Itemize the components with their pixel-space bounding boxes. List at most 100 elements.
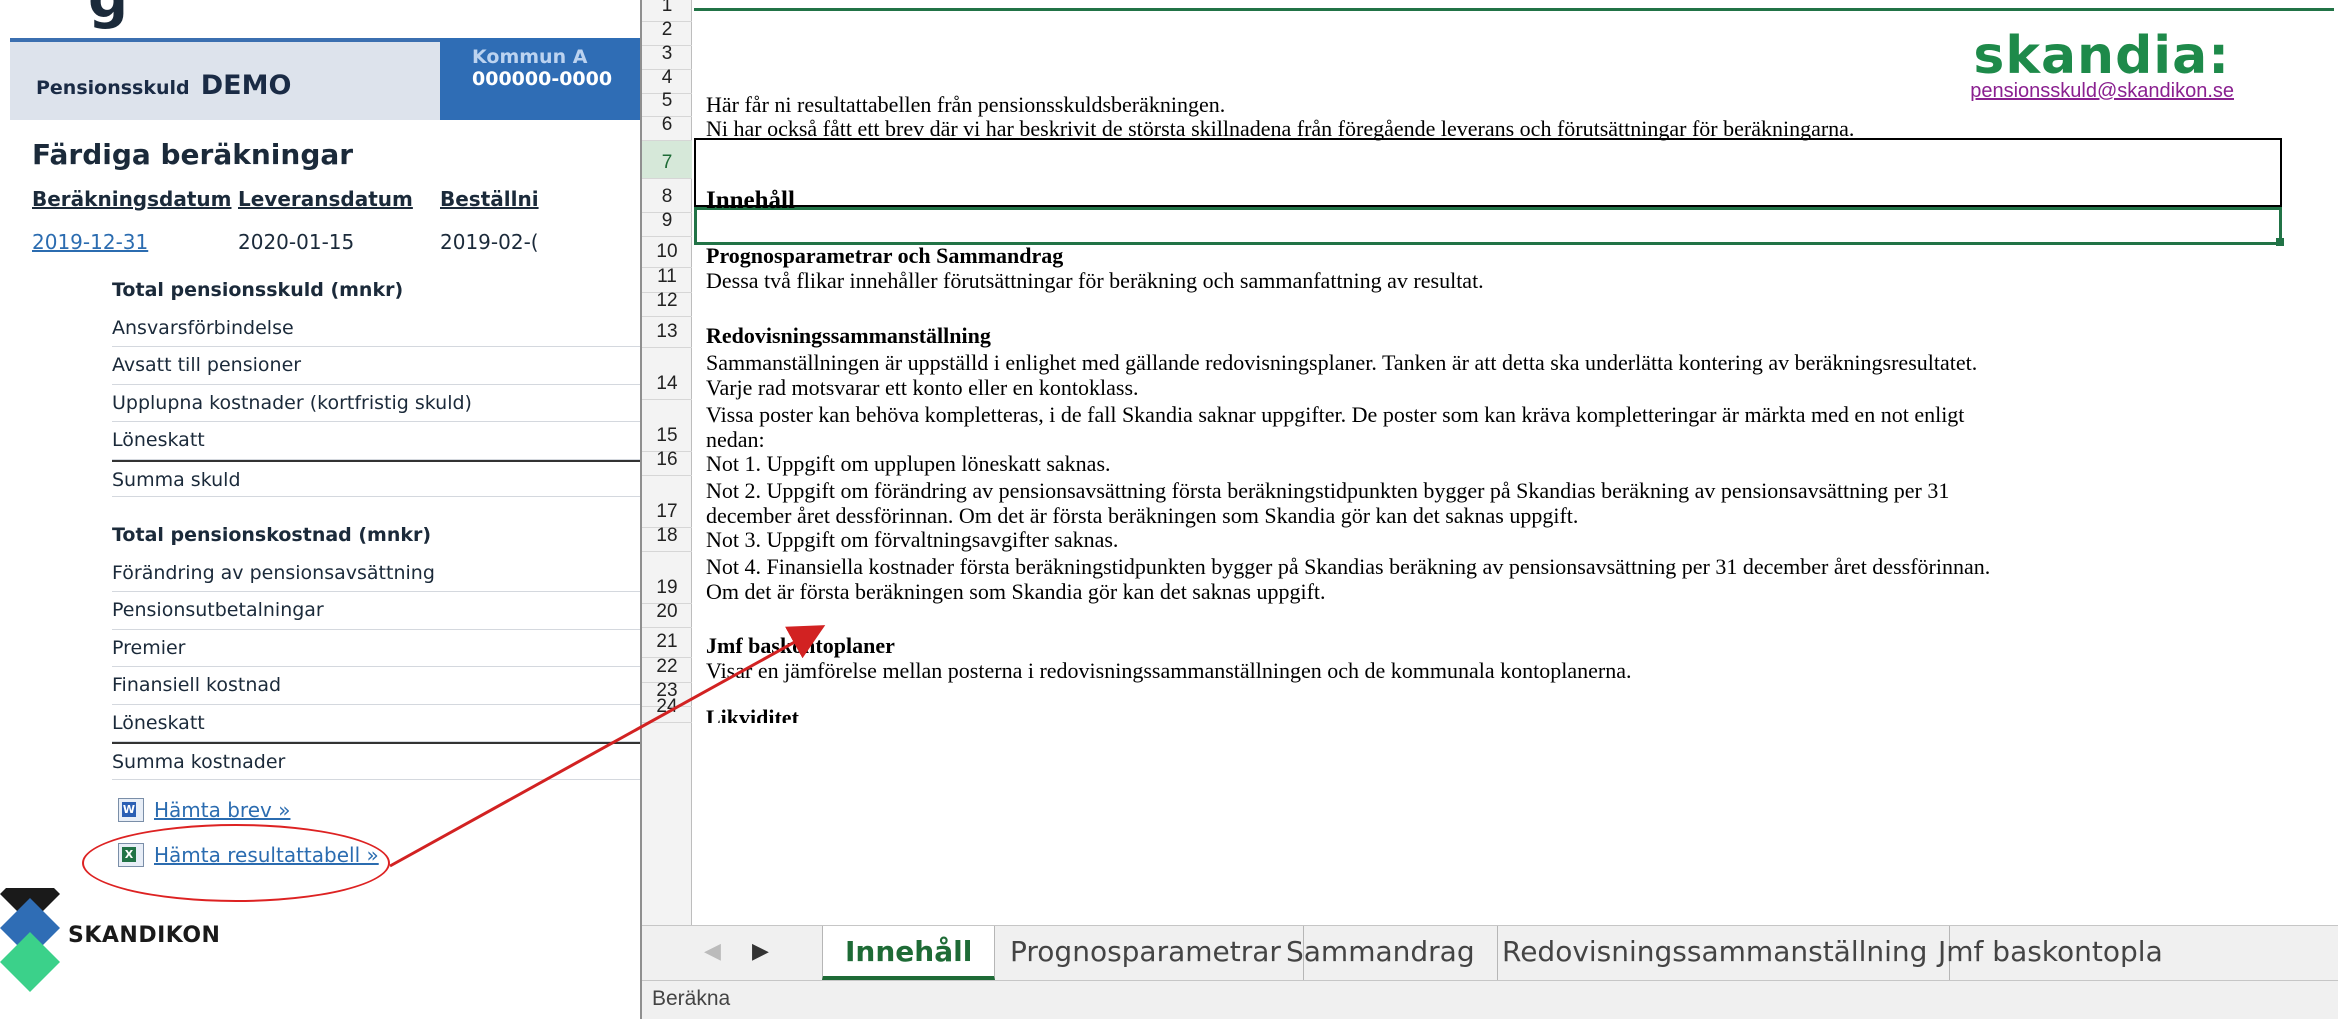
row-number: 14 [656, 373, 678, 394]
sheet-cells[interactable]: skandia: pensionsskuld@skandikon.se Här … [694, 0, 2338, 925]
cell-row-18[interactable]: Not 3. Uppgift om förvaltningsavgifter s… [706, 527, 1118, 552]
tab-prognosparametrar[interactable]: Prognosparametrar [988, 926, 1304, 980]
row-number: 5 [661, 90, 673, 111]
cell-row-13[interactable]: Redovisningssammanställning [706, 323, 991, 348]
row-number: 21 [656, 631, 678, 652]
pension-web-app: g Pensionsskuld DEMO Kommun A 000000-000… [0, 0, 640, 1019]
cell-row-21[interactable]: Jmf baskontoplaner [706, 633, 895, 658]
cell-row-22[interactable]: Visar en jämförelse mellan posterna i re… [706, 658, 1631, 683]
cell-row-16[interactable]: Not 1. Uppgift om upplupen löneskatt sak… [706, 451, 1111, 476]
cell-row-14[interactable]: Varje rad motsvarar ett konto eller en k… [706, 375, 1139, 400]
header-title-large: DEMO [200, 70, 292, 101]
intro-box [694, 138, 2282, 207]
row-header-13[interactable]: 13 [642, 317, 692, 348]
row-number: 8 [661, 186, 673, 207]
column-header-delivery-date[interactable]: Leveransdatum [238, 187, 413, 211]
row-header-18[interactable]: 18 [642, 525, 692, 552]
tab-innehall[interactable]: Innehåll [822, 926, 996, 980]
row-number: 17 [656, 501, 678, 522]
row-header-15[interactable]: 15 [642, 400, 692, 452]
row-number: 12 [656, 290, 678, 311]
cell-row-10[interactable]: Prognosparametrar och Sammandrag [706, 243, 1063, 268]
cost-item: Löneskatt [112, 705, 640, 742]
row-header-10[interactable]: 10 [642, 237, 692, 268]
row-header-8[interactable]: 8 [642, 179, 692, 213]
row-number: 4 [661, 67, 673, 88]
row-number: 7 [661, 152, 673, 173]
selected-cell[interactable] [694, 207, 2282, 245]
skandia-logo: skandia: [1973, 26, 2230, 86]
row-header-16[interactable]: 16 [642, 449, 692, 476]
row-headers: 1 2 3 4 5 6 7 8 9 10 11 12 13 14 15 16 17 18 19 20 21 22 23 24 [642, 0, 692, 925]
cell-row-17[interactable]: december året dessförinnan. Om det är fö… [706, 503, 1578, 528]
row-number: 15 [656, 425, 678, 446]
cell-row-6[interactable]: Ni har också fått ett brev där vi har be… [706, 116, 1854, 141]
row-header-17[interactable]: 17 [642, 476, 692, 528]
row-header-7[interactable]: 7 [642, 141, 692, 179]
cost-title: Total pensionskostnad (mnkr) [112, 524, 432, 546]
cost-item: Pensionsutbetalningar [112, 592, 640, 630]
row-header-6[interactable]: 6 [642, 114, 692, 141]
cell-row-19-line1[interactable]: Not 4. Finansiella kostnader första berä… [706, 554, 1990, 579]
nav-next-icon[interactable]: ▶ [752, 939, 769, 964]
debt-title: Total pensionsskuld (mnkr) [112, 279, 404, 301]
sheet-tab-bar: ◀ ▶ Innehåll Prognosparametrar Sammandra… [642, 925, 2338, 981]
tab-redovisningssammanstallning[interactable]: Redovisningssammanställning [1480, 926, 1951, 980]
delivery-date: 2020-01-15 [238, 230, 355, 254]
row-header-12[interactable]: 12 [642, 290, 692, 317]
nav-prev-icon[interactable]: ◀ [704, 939, 721, 964]
row-number: 1 [661, 0, 673, 16]
header-title: Pensionsskuld DEMO [10, 42, 440, 120]
cost-item: Premier [112, 630, 640, 667]
row-number: 20 [656, 601, 678, 622]
tab-jmf-baskontoplaner[interactable]: Jmf baskontopla [1916, 926, 2185, 980]
tab-sammandrag[interactable]: Sammandrag [1264, 926, 1498, 980]
row-header-21[interactable]: 21 [642, 628, 692, 658]
debt-item: Löneskatt [112, 422, 640, 460]
download-letter-label: Hämta brev » [154, 798, 291, 822]
debt-item: Upplupna kostnader (kortfristig skuld) [112, 385, 640, 422]
frozen-border [694, 8, 2334, 11]
status-bar: Beräkna [642, 981, 2338, 1019]
section-title: Färdiga beräkningar [32, 138, 354, 171]
row-number: 22 [656, 656, 678, 677]
cell-row-24[interactable]: Likviditet [706, 705, 799, 723]
row-number: 13 [656, 321, 678, 342]
municipality-id: 000000-0000 [472, 68, 613, 90]
cell-row-19[interactable]: Om det är första beräkningen som Skandia… [706, 579, 1326, 604]
fill-handle[interactable] [2276, 238, 2284, 246]
download-letter-link[interactable]: W Hämta brev » [118, 798, 290, 822]
cropped-heading: g [88, 0, 128, 31]
cell-row-15[interactable]: nedan: [706, 427, 765, 452]
row-header-20[interactable]: 20 [642, 601, 692, 628]
spreadsheet-window: 1 2 3 4 5 6 7 8 9 10 11 12 13 14 15 16 17 18 19 20 21 22 23 24 … [640, 0, 2338, 1019]
column-header-order-date[interactable]: Beställni [440, 187, 640, 211]
cell-row-15-line1[interactable]: Vissa poster kan behöva kompletteras, i … [706, 402, 1964, 427]
cell-row-5[interactable]: Här får ni resultattabellen från pension… [706, 92, 1225, 117]
column-header-calc-date[interactable]: Beräkningsdatum [32, 187, 231, 211]
cost-item: Finansiell kostnad [112, 667, 640, 705]
municipality-tab[interactable]: Kommun A 000000-0000 [440, 38, 640, 120]
debt-total: Summa skuld [112, 459, 640, 497]
email-link[interactable]: pensionsskuld@skandikon.se [1970, 80, 2234, 103]
row-number: 10 [656, 241, 678, 262]
row-number: 11 [657, 266, 677, 287]
cell-row-8[interactable]: Innehåll [706, 188, 795, 213]
cost-total: Summa kostnader [112, 742, 640, 780]
cell-row-17-line1[interactable]: Not 2. Uppgift om förändring av pensions… [706, 478, 1949, 503]
row-number: 18 [656, 525, 678, 546]
calc-date-link[interactable]: 2019-12-31 [32, 230, 148, 254]
cell-row-11[interactable]: Dessa två flikar innehåller förutsättnin… [706, 268, 1484, 293]
row-number: 2 [661, 19, 673, 40]
row-header-14[interactable]: 14 [642, 348, 692, 400]
order-date: 2019-02-( [440, 230, 539, 254]
cell-row-14-line1[interactable]: Sammanställningen är uppställd i enlighe… [706, 350, 1977, 375]
word-icon: W [118, 798, 144, 822]
debt-summary: Total pensionsskuld (mnkr) Ansvarsförbin… [112, 272, 640, 497]
row-number: 24 [656, 696, 678, 717]
row-number: 3 [661, 43, 673, 64]
row-header-19[interactable]: 19 [642, 552, 692, 604]
cost-summary: Total pensionskostnad (mnkr) Förändring … [112, 517, 640, 780]
row-header-9[interactable]: 9 [642, 210, 692, 237]
row-header-24[interactable]: 24 [642, 696, 692, 723]
